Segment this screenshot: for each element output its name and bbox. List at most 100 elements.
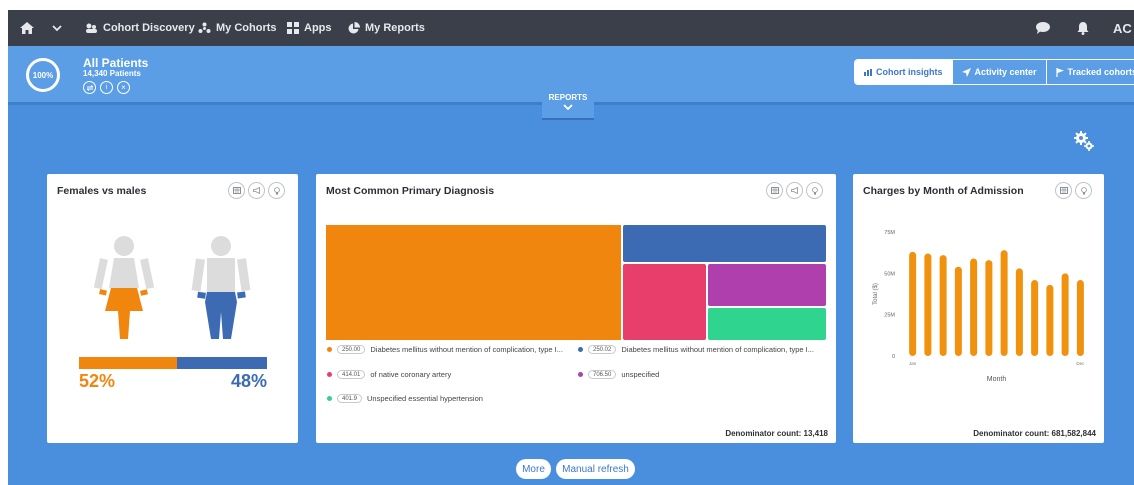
top-navigation: Cohort Discovery My Cohorts Apps My Repo…	[8, 10, 1134, 46]
legend-label: unspecified	[621, 370, 660, 379]
announce-button[interactable]	[786, 182, 803, 199]
cohort-title[interactable]: All Patients	[83, 56, 148, 70]
insight-button[interactable]	[806, 182, 823, 199]
bar-jun	[985, 260, 993, 356]
swap-icon	[86, 84, 93, 91]
treemap-cell-706-50[interactable]	[708, 264, 826, 306]
legend-dot	[578, 347, 583, 352]
table-icon	[1059, 187, 1068, 194]
x-tick-label: Dec	[1076, 361, 1085, 366]
cohort-info-button[interactable]: i	[100, 81, 113, 94]
paper-plane-icon	[961, 67, 971, 77]
legend-code: 250.00	[337, 345, 366, 354]
card-title: Charges by Month of Admission	[863, 185, 1024, 197]
apps-grid-icon	[287, 22, 299, 34]
legend-label: Diabetes mellitus without mention of com…	[621, 345, 814, 354]
charges-bar-chart: 75M 50M 25M 0 Total ($) Jan Dec Month	[873, 230, 1085, 383]
tab-label: Activity center	[974, 67, 1037, 77]
diagnosis-card: Most Common Primary Diagnosis 250.00 Dia…	[316, 174, 836, 443]
insight-tabs: Cohort insights Activity center Tracked …	[854, 59, 1134, 85]
y-tick-label: 50M	[884, 271, 895, 277]
tab-cohort-insights[interactable]: Cohort insights	[855, 60, 952, 84]
treemap-cell-414-01[interactable]	[623, 264, 706, 340]
switch-cohort-button[interactable]	[83, 81, 96, 94]
card-actions	[766, 182, 823, 199]
chevron-down-icon	[563, 104, 573, 111]
bar-dec	[1076, 279, 1084, 356]
nav-label: My Cohorts	[216, 22, 277, 34]
legend-code: 401.9	[337, 394, 363, 403]
info-icon: i	[105, 84, 108, 91]
more-button[interactable]: More	[516, 459, 551, 479]
nav-my-cohorts[interactable]: My Cohorts	[198, 10, 277, 46]
bar-chart-icon	[864, 68, 872, 76]
notifications-button[interactable]	[1077, 10, 1089, 46]
reports-toggle[interactable]: REPORTS	[542, 90, 594, 120]
legend-code: 414.01	[337, 370, 366, 379]
nav-cohort-discovery[interactable]: Cohort Discovery	[85, 10, 195, 46]
y-tick-label: 0	[892, 354, 895, 360]
x-axis-label: Month	[987, 376, 1007, 383]
table-icon	[770, 187, 779, 194]
gender-split-bar-male	[177, 357, 267, 369]
close-icon: ×	[121, 82, 126, 92]
legend-item: 401.9 Unspecified essential hypertension	[327, 394, 483, 403]
insight-button[interactable]	[1075, 182, 1092, 199]
nav-my-reports[interactable]: My Reports	[348, 10, 425, 46]
lightbulb-icon	[1080, 186, 1087, 195]
chevron-down-icon	[52, 24, 62, 31]
legend-code: 250.02	[588, 345, 617, 354]
gender-card: Females vs males 52% 48%	[47, 174, 298, 443]
nav-apps[interactable]: Apps	[287, 10, 332, 46]
treemap-cell-250-02[interactable]	[623, 225, 826, 262]
legend-dot	[327, 372, 332, 377]
bar-jan	[909, 251, 917, 356]
bar-may	[970, 258, 978, 356]
nav-label: My Reports	[365, 22, 425, 34]
y-tick-label: 75M	[884, 230, 895, 236]
male-figure	[191, 236, 251, 339]
nav-dropdown[interactable]	[52, 10, 62, 46]
female-figure	[93, 236, 155, 339]
diagnosis-treemap	[326, 225, 826, 340]
messages-button[interactable]	[1036, 10, 1050, 46]
legend-dot	[578, 372, 583, 377]
lightbulb-icon	[811, 186, 818, 195]
legend-label: Unspecified essential hypertension	[367, 394, 483, 403]
y-tick-label: 25M	[884, 313, 895, 319]
bell-icon	[1077, 21, 1089, 35]
treemap-cell-401-9[interactable]	[708, 308, 826, 340]
cohort-patient-count: 14,340 Patients	[83, 69, 141, 78]
cohort-discovery-icon	[86, 23, 97, 33]
reports-underline	[542, 118, 594, 120]
nav-label: Apps	[304, 22, 332, 34]
table-view-button[interactable]	[1055, 182, 1072, 199]
tab-tracked-cohorts[interactable]: Tracked cohorts	[1045, 60, 1134, 84]
megaphone-icon	[790, 187, 798, 194]
gears-icon[interactable]	[1073, 130, 1095, 152]
charges-card: Charges by Month of Admission 75M 50M 25M 0…	[853, 174, 1104, 443]
user-avatar-button[interactable]: AC	[1113, 10, 1132, 46]
home-button[interactable]	[20, 10, 34, 46]
pie-chart-icon	[348, 22, 360, 34]
reports-label: REPORTS	[548, 93, 588, 102]
manual-refresh-button[interactable]: Manual refresh	[556, 459, 635, 479]
flag-icon	[1055, 67, 1064, 77]
denominator-count: Denominator count: 13,418	[725, 429, 828, 438]
table-view-button[interactable]	[766, 182, 783, 199]
tab-activity-center[interactable]: Activity center	[951, 60, 1046, 84]
legend-item: 250.02 Diabetes mellitus without mention…	[578, 345, 814, 354]
legend-item: 414.01 of native coronary artery	[327, 370, 451, 379]
chat-bubble-icon	[1036, 22, 1050, 34]
card-actions	[1055, 182, 1092, 199]
legend-label: Diabetes mellitus without mention of com…	[370, 345, 563, 354]
denominator-count: Denominator count: 681,582,844	[973, 429, 1096, 438]
bar-aug	[1015, 268, 1023, 356]
bar-sep	[1031, 279, 1039, 356]
clear-cohort-button[interactable]: ×	[117, 81, 130, 94]
treemap-cell-250-00[interactable]	[326, 225, 621, 340]
bar-apr	[954, 266, 962, 356]
legend-item: 250.00 Diabetes mellitus without mention…	[327, 345, 563, 354]
legend-dot	[327, 347, 332, 352]
bar-nov	[1061, 273, 1069, 356]
